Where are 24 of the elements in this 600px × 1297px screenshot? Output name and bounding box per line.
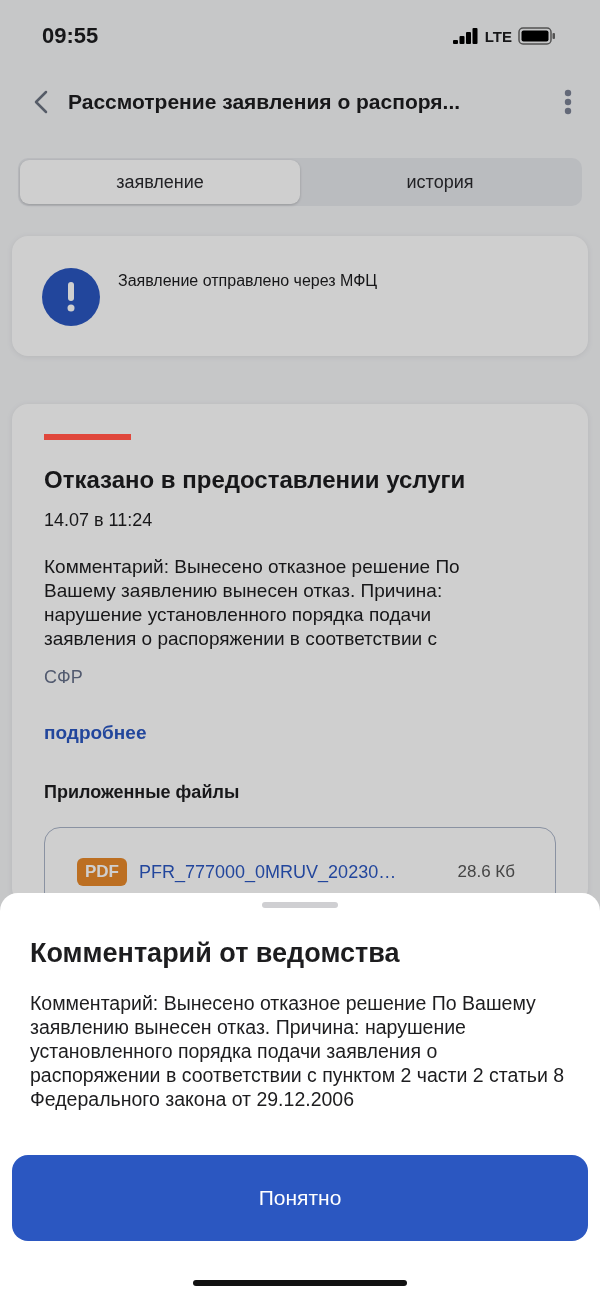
sheet-handle[interactable]: [262, 902, 338, 908]
back-icon[interactable]: [34, 90, 48, 114]
file-type-badge: PDF: [77, 858, 127, 886]
more-link[interactable]: подробнее: [44, 722, 147, 744]
battery-icon: [518, 27, 556, 45]
status-date: 14.07 в 11:24: [44, 510, 154, 531]
ok-button[interactable]: Понятно: [12, 1155, 588, 1241]
agency-label: СФР: [44, 667, 84, 688]
sheet-title: Комментарий от ведомства: [30, 938, 401, 969]
sheet-text: Комментарий: Вынесено отказное решение По Вашему заявлению вынесен отказ. Причина: нарушение установленного порядка подачи заявления о распоряжении в соответствии с пунктом 2 части 2 статьи 8 Федерального закона от 29.12.2006: [30, 991, 566, 1111]
tab[interactable]: история: [300, 160, 580, 204]
page-title: Рассмотрение заявления о распоря...: [68, 90, 462, 114]
notice-text: Заявление отправлено через МФЦ: [118, 272, 378, 291]
tab[interactable]: заявление: [20, 160, 300, 204]
files-heading: Приложенные файлы: [44, 782, 241, 803]
status-title: Отказано в предоставлении услуги: [44, 466, 467, 494]
alert-icon: [42, 268, 100, 326]
more-icon[interactable]: [564, 89, 572, 115]
network-label: LTE: [484, 27, 512, 45]
status-time: 09:55: [42, 23, 99, 49]
file-size: 28.6 Кб: [457, 862, 515, 882]
file-name-link[interactable]: PFR_777000_0MRUV_20230…: [139, 861, 446, 883]
comment-text: Комментарий: Вынесено отказное решение По Вашему заявлению вынесен отказ. Причина: нарушение установленного порядка подачи заявления о распоряжении в соответствии с: [44, 555, 461, 651]
signal-icon: [452, 28, 479, 44]
